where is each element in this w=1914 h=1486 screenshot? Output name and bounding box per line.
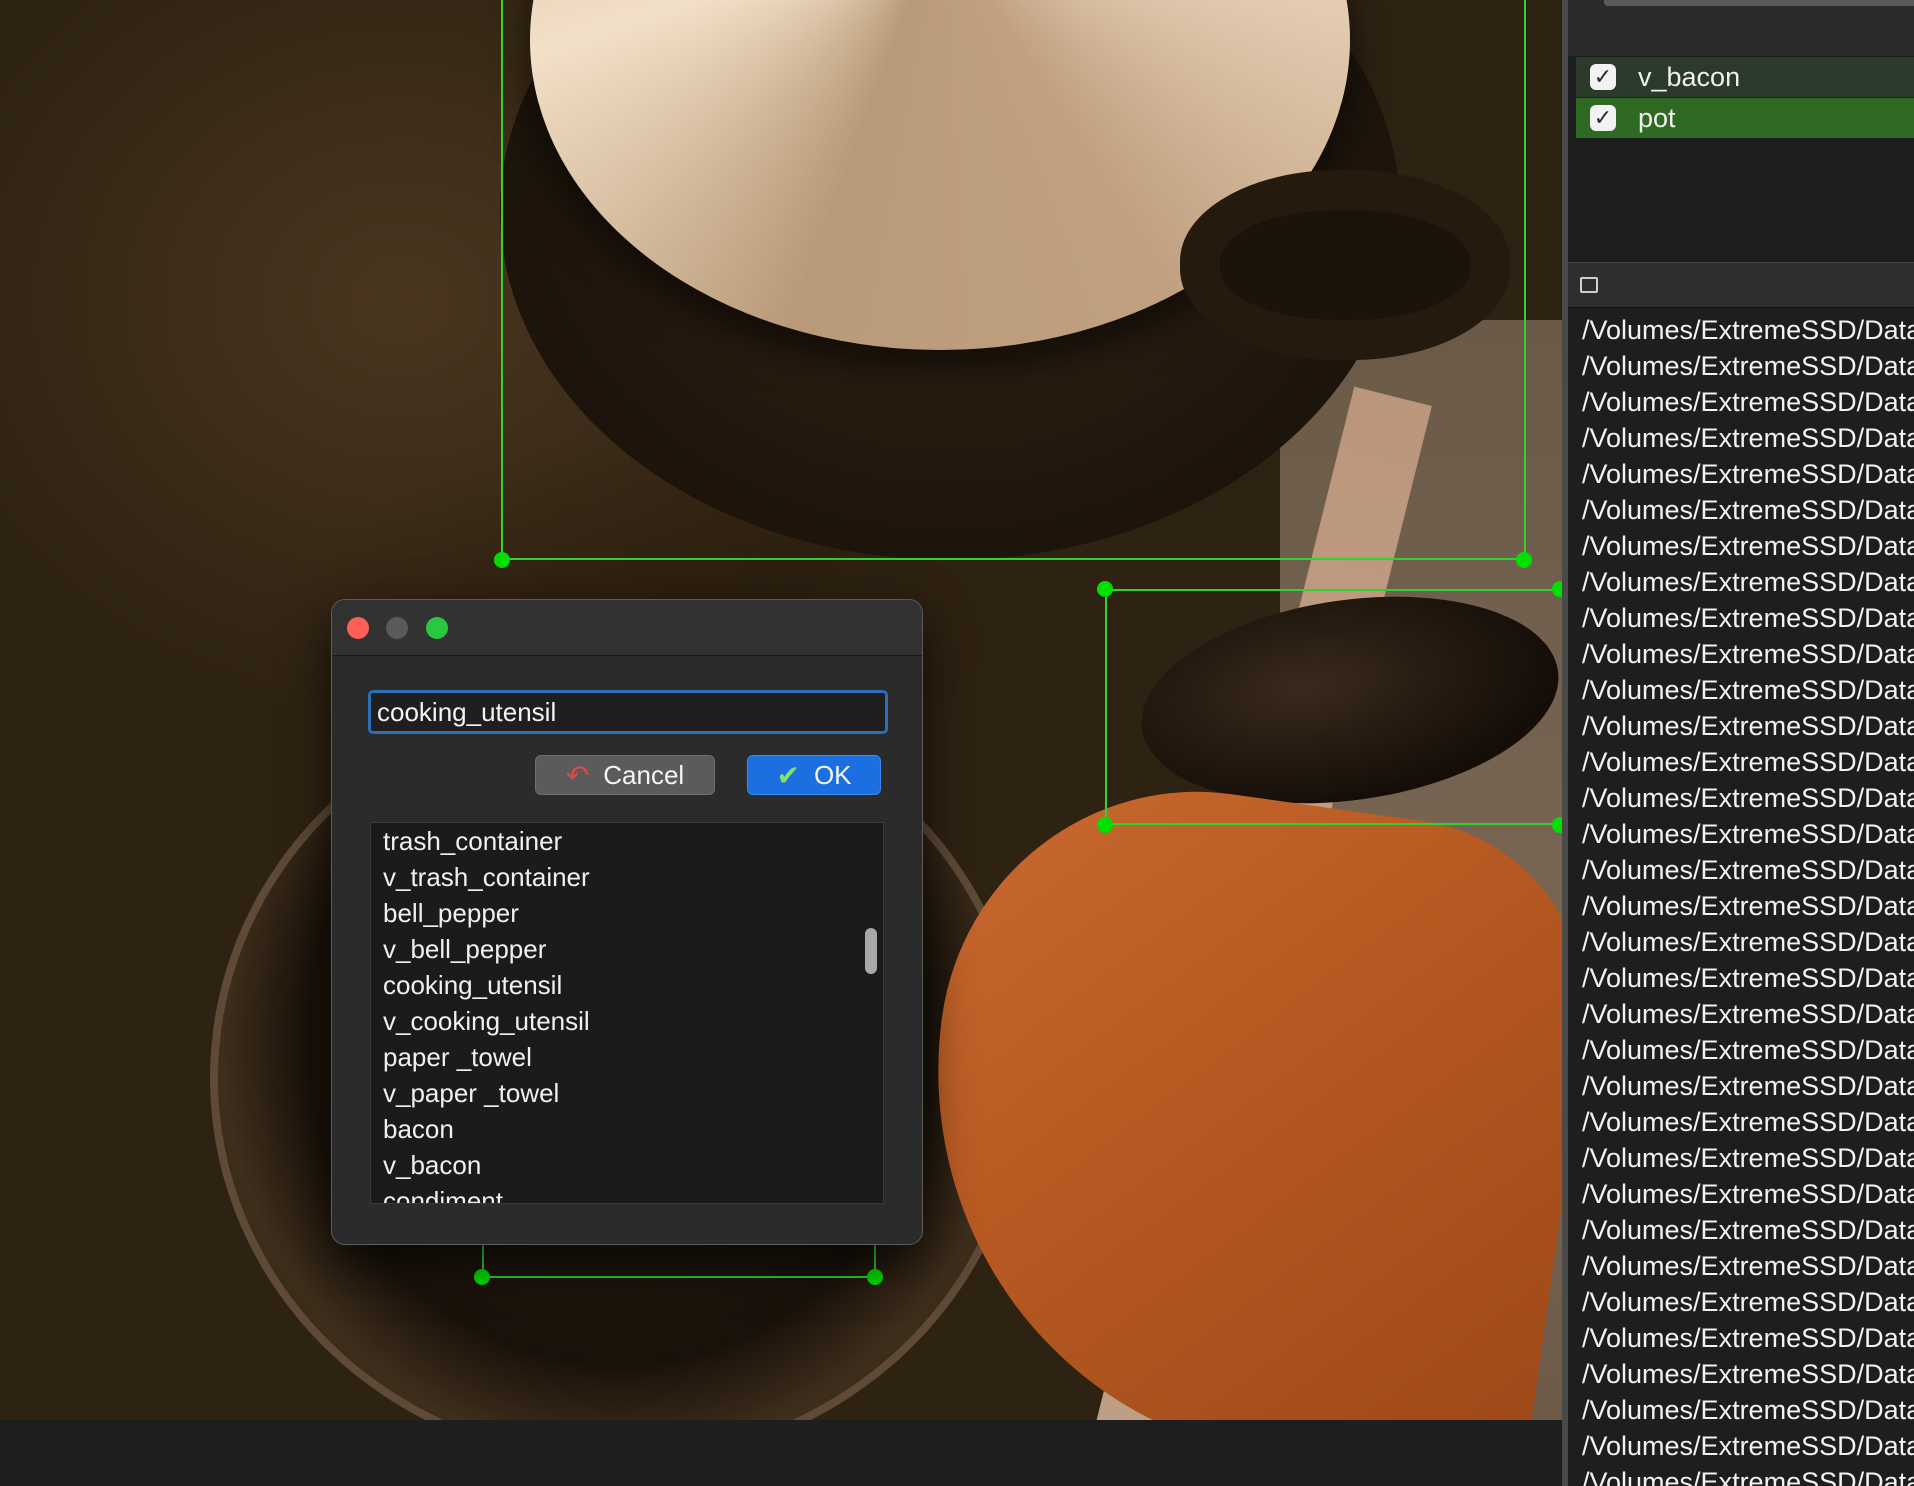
file-list-item[interactable]: /Volumes/ExtremeSSD/Data [1582,852,1914,888]
file-list-item[interactable]: /Volumes/ExtremeSSD/Data [1582,708,1914,744]
file-list-item[interactable]: /Volumes/ExtremeSSD/Data [1582,528,1914,564]
file-list-item[interactable]: /Volumes/ExtremeSSD/Data [1582,384,1914,420]
close-window-button[interactable] [347,617,369,639]
file-list-item[interactable]: /Volumes/ExtremeSSD/Data [1582,1464,1914,1486]
file-list-item[interactable]: /Volumes/ExtremeSSD/Data [1582,744,1914,780]
label-list-empty-area [1568,140,1914,262]
label-option-item[interactable]: v_bell_pepper [371,931,883,967]
ok-button-label: OK [813,759,852,790]
checkbox-checked-icon[interactable]: ✓ [1590,64,1616,90]
file-list-item[interactable]: /Volumes/ExtremeSSD/Data [1582,456,1914,492]
label-options-list[interactable]: trash_container v_trash_container bell_pep… [370,822,884,1204]
file-list-item[interactable]: /Volumes/ExtremeSSD/Data [1582,1032,1914,1068]
file-list-item[interactable]: /Volumes/ExtremeSSD/Data [1582,1176,1914,1212]
label-list-item-text: v_bacon [1638,61,1741,92]
scrollbar-thumb[interactable] [865,928,877,974]
file-list-item[interactable]: /Volumes/ExtremeSSD/Data [1582,1140,1914,1176]
file-list-item[interactable]: /Volumes/ExtremeSSD/Data [1582,636,1914,672]
label-option-item[interactable]: v_bacon [371,1147,883,1183]
file-list-item[interactable]: /Volumes/ExtremeSSD/Data [1582,1356,1914,1392]
right-dock-panel: ✓ v_bacon ✓ pot /Volumes/ExtremeSSD/Data… [1562,0,1914,1486]
undock-icon[interactable] [1580,277,1598,293]
label-list-item-selected[interactable]: ✓ pot [1576,98,1914,138]
file-list-item[interactable]: /Volumes/ExtremeSSD/Data [1582,1284,1914,1320]
label-option-item[interactable]: bell_pepper [371,895,883,931]
file-list-item[interactable]: /Volumes/ExtremeSSD/Data [1582,1392,1914,1428]
file-list-item[interactable]: /Volumes/ExtremeSSD/Data [1582,420,1914,456]
file-list-item[interactable]: /Volumes/ExtremeSSD/Data [1582,816,1914,852]
bbox-handle[interactable] [1552,581,1562,597]
file-list-item[interactable]: /Volumes/ExtremeSSD/Data [1582,348,1914,384]
zoom-window-button[interactable] [426,617,448,639]
file-list-item[interactable]: /Volumes/ExtremeSSD/Data [1582,960,1914,996]
file-list-item[interactable]: /Volumes/ExtremeSSD/Data [1582,600,1914,636]
file-list-item[interactable]: /Volumes/ExtremeSSD/Data [1582,564,1914,600]
label-option-item[interactable]: trash_container [371,823,883,859]
label-list-item-text: pot [1638,102,1676,133]
bbox-handle[interactable] [1516,552,1532,568]
bbox-handle[interactable] [474,1269,490,1285]
pot-bounding-box[interactable] [501,0,1526,560]
minimize-window-button [386,617,408,639]
bbox-handle[interactable] [867,1269,883,1285]
file-list-item[interactable]: /Volumes/ExtremeSSD/Data [1582,672,1914,708]
label-option-item[interactable]: condiment [371,1183,883,1203]
label-name-input[interactable] [368,690,888,734]
bbox-handle[interactable] [1552,817,1562,833]
file-list-titlebar [1568,262,1914,308]
file-list-item[interactable]: /Volumes/ExtremeSSD/Data [1582,996,1914,1032]
bbox-handle[interactable] [494,552,510,568]
file-list-item[interactable]: /Volumes/ExtremeSSD/Data [1582,888,1914,924]
label-list-header [1568,0,1914,56]
bbox-handle[interactable] [1097,581,1113,597]
file-list-item[interactable]: /Volumes/ExtremeSSD/Data [1582,1320,1914,1356]
checkbox-checked-icon[interactable]: ✓ [1590,105,1616,131]
file-list-item[interactable]: /Volumes/ExtremeSSD/Data [1582,924,1914,960]
cancel-button-label: Cancel [603,759,685,790]
bbox-handle[interactable] [1097,817,1113,833]
label-list-item[interactable]: ✓ v_bacon [1576,57,1914,97]
label-option-item[interactable]: v_trash_container [371,859,883,895]
file-list-item[interactable]: /Volumes/ExtremeSSD/Data [1582,1212,1914,1248]
label-option-item[interactable]: cooking_utensil [371,967,883,1003]
label-option-item[interactable]: paper _towel [371,1039,883,1075]
file-list[interactable]: /Volumes/ExtremeSSD/Data/Volumes/Extreme… [1582,312,1914,1486]
file-list-item[interactable]: /Volumes/ExtremeSSD/Data [1582,1428,1914,1464]
file-list-item[interactable]: /Volumes/ExtremeSSD/Data [1582,1068,1914,1104]
file-list-item[interactable]: /Volumes/ExtremeSSD/Data [1582,1104,1914,1140]
undo-arrow-icon: ↶ [565,759,590,791]
file-list-item[interactable]: /Volumes/ExtremeSSD/Data [1582,312,1914,348]
checkmark-icon: ✔ [776,759,800,791]
label-option-item[interactable]: v_cooking_utensil [371,1003,883,1039]
label-option-item[interactable]: bacon [371,1111,883,1147]
utensil-bounding-box[interactable] [1105,589,1562,825]
label-option-item[interactable]: v_paper _towel [371,1075,883,1111]
file-list-item[interactable]: /Volumes/ExtremeSSD/Data [1582,1248,1914,1284]
file-list-item[interactable]: /Volumes/ExtremeSSD/Data [1582,780,1914,816]
label-dialog: ↶ Cancel ✔ OK trash_containerv_trash_con… [331,599,923,1245]
file-list-item[interactable]: /Volumes/ExtremeSSD/Data [1582,492,1914,528]
cancel-button[interactable]: ↶ Cancel [535,755,715,795]
scrollbar[interactable] [1604,0,1914,6]
dialog-titlebar[interactable] [332,600,922,656]
arm-image [887,758,1562,1420]
ok-button[interactable]: ✔ OK [747,755,881,795]
